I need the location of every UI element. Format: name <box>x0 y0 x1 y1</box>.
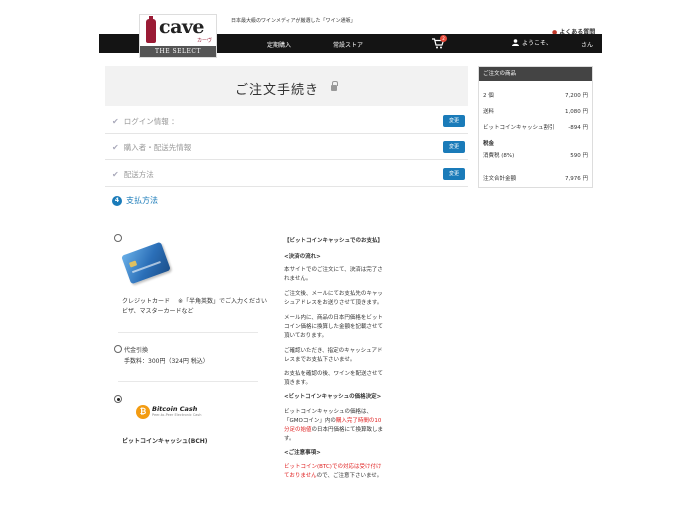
summary-row-tax: 消費税 (8%) 590 円 <box>483 153 588 159</box>
bitcoin-cash-logo-sub: Peer-to-Peer Electronic Cash <box>152 413 202 417</box>
radio-bitcoin-cash[interactable] <box>114 395 122 403</box>
credit-card-label: クレジットカード ※「半角英数」でご入力ください <box>122 298 267 305</box>
bitcoin-cash-icon: ₿ <box>136 405 150 419</box>
check-icon: ✔ <box>112 170 119 179</box>
order-summary: ご注文の商品 2 個 7,200 円 送料 1,080 円 ビットコインキャッシュ割… <box>478 66 593 188</box>
divider <box>118 332 258 333</box>
bitcoin-cash-label: ビットコインキャッシュ(BCH) <box>122 438 208 445</box>
welcome-text: ようこそ、 <box>522 40 553 47</box>
divider <box>105 159 468 160</box>
summary-tax-heading: 税金 <box>483 141 495 147</box>
bitcoin-cash-logo-text: Bitcoin Cash <box>152 405 198 413</box>
check-icon: ✔ <box>112 117 119 126</box>
radio-cod[interactable] <box>114 345 122 353</box>
user-menu[interactable]: ようこそ、 <box>512 38 552 47</box>
user-icon <box>512 39 519 46</box>
step-login-label: ログイン情報 ： <box>123 117 179 126</box>
site-tagline: 日本最大級のワインメディアが厳選した「ワイン通販」 <box>231 18 356 24</box>
cart-count-badge: 2 <box>440 35 447 42</box>
divider <box>105 133 468 134</box>
step-buyer: ✔ 購入者・配送先情報 <box>112 142 191 153</box>
logo-word: cave <box>159 16 205 38</box>
cod-label: 代金引換 <box>124 347 149 354</box>
logo-kana: カーヴ <box>196 38 212 44</box>
step-payment: 4 支払方法 <box>112 195 158 206</box>
step-buyer-label: 購入者・配送先情報 <box>123 143 192 152</box>
logo-subtitle: THE SELECT <box>140 46 216 57</box>
edit-buyer-button[interactable]: 変更 <box>443 141 465 153</box>
cod-fee: 手数料：300円（324円 税込） <box>124 358 209 365</box>
summary-row-items: 2 個 7,200 円 <box>483 93 588 99</box>
edit-shipping-button[interactable]: 変更 <box>443 168 465 180</box>
summary-header: ご注文の商品 <box>479 67 592 81</box>
credit-card-icon <box>121 241 171 285</box>
lock-icon <box>331 81 338 91</box>
step-number-badge: 4 <box>112 195 122 206</box>
summary-row-shipping: 送料 1,080 円 <box>483 109 588 115</box>
info-paragraph: お支払を確認の後、ワインを配送させて頂きます。 <box>284 371 384 386</box>
step-shipping: ✔ 配送方法 <box>112 169 154 180</box>
credit-card-brands: ビザ、マスターカードなど <box>122 308 194 315</box>
summary-row-discount: ビットコインキャッシュ割引 -894 円 <box>483 125 588 131</box>
info-rate-heading: <ビットコインキャッシュの価格決定> <box>284 394 382 400</box>
info-paragraph: ご確認いただき、指定のキャッシュアドレスまでお支払下さいませ。 <box>284 348 383 363</box>
info-paragraph: メール内に、商品の日本円価格をビットコイン価格に換算した金額を記載させて頂いてお… <box>284 315 384 339</box>
info-paragraph: 本サイトでのご注文にて、決済は完了されません。 <box>284 267 383 282</box>
info-note-text: ビットコイン(BTC)での対応は受け付けておりませんので、ご注意下さいませ。 <box>284 464 383 479</box>
info-paragraph: ご注文後、メールにてお支払先のキャッシュアドレスをお送りさせて頂きます。 <box>284 291 383 306</box>
user-honorific: さん <box>581 42 594 49</box>
divider <box>105 186 468 187</box>
info-rate-text: ビットコインキャッシュの価格は、「GMOコイン」内の購入完了時間の10分足の始値… <box>284 409 384 442</box>
summary-row-total: 注文合計金額 7,976 円 <box>483 176 588 182</box>
step-payment-label: 支払方法 <box>126 196 158 205</box>
step-login: ✔ ログイン情報 ： <box>112 116 179 127</box>
info-heading: 【ビットコインキャッシュでのお支払】 <box>284 238 384 244</box>
info-flow-heading: <決済の流れ> <box>284 254 321 260</box>
site-logo[interactable]: cave カーヴ THE SELECT <box>139 14 217 58</box>
radio-credit-card[interactable] <box>114 234 122 242</box>
check-icon: ✔ <box>112 143 119 152</box>
divider <box>118 381 258 382</box>
wine-bottle-icon <box>146 16 156 43</box>
nav-store-link[interactable]: 常設ストア <box>333 40 363 49</box>
page-title-box: ご注文手続き <box>105 66 468 106</box>
info-note-heading: <ご注意事項> <box>284 450 321 456</box>
step-shipping-label: 配送方法 <box>123 170 154 179</box>
edit-login-button[interactable]: 変更 <box>443 115 465 127</box>
cart-button[interactable]: 2 <box>432 35 447 49</box>
page-title: ご注文手続き <box>235 83 320 98</box>
nav-teiki-link[interactable]: 定期購入 <box>267 40 291 49</box>
